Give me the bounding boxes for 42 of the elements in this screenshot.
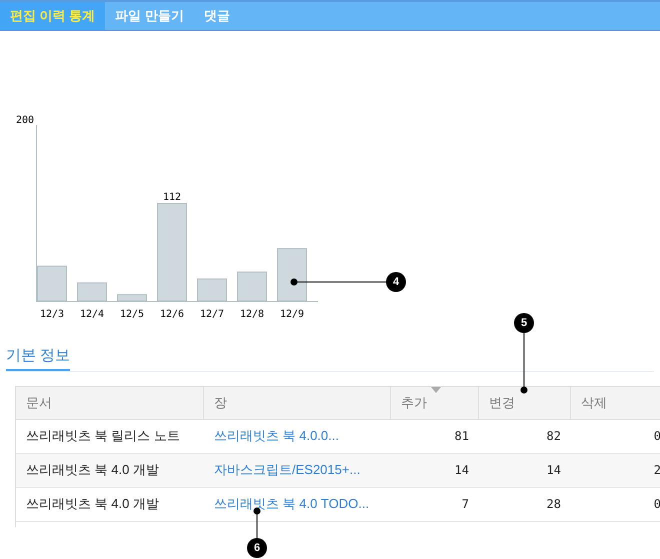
section-title: 기본 정보 xyxy=(6,345,70,370)
tab[interactable]: 파일 만들기 xyxy=(105,2,194,30)
table-cell-text: 0 xyxy=(654,428,660,445)
bar xyxy=(237,272,267,302)
table-cell-text: 82 xyxy=(546,428,561,445)
table-cell-text: 0 xyxy=(654,496,660,513)
column-header[interactable]: 장 xyxy=(204,386,391,418)
x-axis-label: 12/4 xyxy=(80,309,104,320)
table-cell-text: 쓰리래빗츠 북 4.0 개발 xyxy=(26,495,159,514)
chapter-link[interactable]: 쓰리래빗츠 북 4.0.0... xyxy=(214,426,339,446)
x-axis-label: 12/7 xyxy=(200,309,224,320)
table-cell-text: 쓰리래빗츠 북 릴리스 노트 xyxy=(26,427,180,446)
column-header[interactable]: 문서 xyxy=(16,386,204,418)
table-cell-text: 14 xyxy=(546,462,561,479)
table-cell-text: 14 xyxy=(454,462,469,479)
bar-value-label: 112 xyxy=(162,192,182,203)
chapter-link[interactable]: 자바스크립트/ES2015+... xyxy=(214,460,360,480)
table-cell-text: 28 xyxy=(546,496,561,513)
column-header[interactable]: 추가 xyxy=(391,386,479,418)
table-cell-text: 2 xyxy=(654,462,660,479)
callout-badge: 5 xyxy=(514,313,534,333)
x-axis-label: 12/3 xyxy=(40,309,64,320)
table-cell-text: 81 xyxy=(454,428,469,445)
tab[interactable]: 댓글 xyxy=(194,2,240,30)
callout-badge: 4 xyxy=(386,272,406,292)
callout-badge: 6 xyxy=(247,538,267,558)
bar xyxy=(37,266,67,302)
x-axis-label: 12/9 xyxy=(280,309,304,320)
column-header[interactable]: 삭제 xyxy=(571,386,660,418)
x-axis-label: 12/5 xyxy=(120,309,144,320)
chapter-link[interactable]: 쓰리래빗츠 북 4.0 TODO... xyxy=(214,494,370,514)
table-cell-text: 쓰리래빗츠 북 4.0 개발 xyxy=(26,461,159,480)
bar xyxy=(277,248,307,302)
bar xyxy=(197,278,227,302)
bar xyxy=(117,294,147,302)
x-axis-label: 12/8 xyxy=(240,309,264,320)
x-axis-label: 12/6 xyxy=(160,309,184,320)
table-cell-text: 7 xyxy=(462,496,469,513)
tab[interactable]: 편집 이력 통계 xyxy=(0,2,106,30)
leader-line xyxy=(520,333,528,394)
axis-max-label: 200 xyxy=(16,115,34,126)
bar xyxy=(77,282,107,302)
